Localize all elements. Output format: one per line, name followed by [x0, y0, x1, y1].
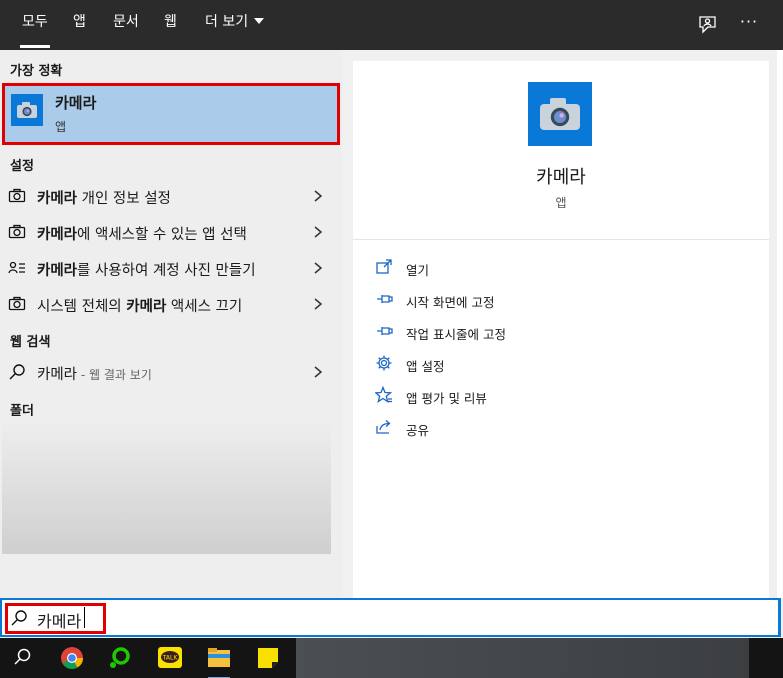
setting-label: 시스템 전체의 카메라 액세스 끄기	[37, 295, 242, 316]
setting-prefix: 시스템 전체의	[37, 299, 127, 315]
setting-rest: 액세스 끄기	[166, 299, 243, 315]
detail-app-title: 카메라	[536, 167, 586, 188]
setting-system-camera-off[interactable]: 시스템 전체의 카메라 액세스 끄기	[0, 286, 342, 322]
file-explorer-icon	[208, 648, 230, 678]
pin-icon	[377, 295, 393, 303]
setting-rest: 에 액세스할 수 있는 앱 선택	[77, 227, 247, 243]
sticky-notes-icon	[258, 648, 278, 668]
open-icon	[376, 259, 392, 274]
search-box[interactable]: 카메라	[0, 598, 781, 637]
chevron-right-icon	[314, 298, 323, 310]
taskbar-search-button[interactable]	[0, 638, 44, 678]
kakaotalk-icon: TALK	[158, 647, 182, 668]
action-label: 앱 설정	[406, 359, 445, 374]
chevron-right-icon	[314, 190, 323, 202]
chevron-down-icon	[254, 18, 265, 24]
tab-more-label: 더 보기	[205, 14, 249, 30]
camera-icon	[17, 102, 37, 118]
web-search-header: 웹 검색	[10, 335, 51, 350]
taskbar-line[interactable]	[98, 638, 142, 678]
chrome-icon	[61, 647, 83, 669]
web-search-label: 카메라 - 웹 결과 보기	[37, 363, 152, 384]
action-label: 열기	[406, 263, 430, 278]
line-icon	[110, 647, 130, 668]
tab-more[interactable]: 더 보기	[193, 0, 276, 50]
best-match-header: 가장 정확	[10, 64, 63, 79]
camera-app-tile	[11, 94, 43, 126]
pin-icon	[377, 327, 393, 335]
tab-documents[interactable]: 문서	[101, 0, 151, 50]
setting-account-picture[interactable]: 카메라를 사용하여 계정 사진 만들기	[0, 250, 342, 286]
setting-label: 카메라를 사용하여 계정 사진 만들기	[37, 259, 256, 280]
tab-apps[interactable]: 앱	[61, 0, 98, 50]
taskbar: TALK	[0, 638, 783, 678]
tab-apps-label: 앱	[73, 14, 86, 30]
taskbar-background-window	[296, 638, 749, 678]
tab-documents-label: 문서	[113, 14, 139, 30]
tab-all[interactable]: 모두	[10, 0, 60, 50]
star-icon	[375, 386, 393, 403]
detail-panel: 카메라 앱 열기 시작 화면에 고정 작업 표시줄에 고정 앱 설정 앱 평가 …	[353, 61, 769, 598]
tab-web-label: 웹	[164, 14, 177, 30]
action-label: 공유	[406, 423, 430, 438]
account-icon	[8, 261, 25, 274]
chevron-right-icon	[314, 366, 323, 378]
best-match-title: 카메라	[55, 94, 97, 112]
keyword: 카메라	[37, 191, 78, 207]
chevron-right-icon	[314, 226, 323, 238]
share-icon	[376, 420, 391, 434]
action-label: 시작 화면에 고정	[406, 295, 495, 310]
tab-web[interactable]: 웹	[152, 0, 189, 50]
camera-settings-icon	[8, 224, 26, 239]
action-label: 작업 표시줄에 고정	[406, 327, 506, 342]
folder-thumbnail[interactable]	[2, 416, 331, 554]
web-search-sub: - 웹 결과 보기	[77, 368, 152, 382]
keyword: 카메라	[37, 227, 78, 243]
chevron-right-icon	[314, 262, 323, 274]
setting-camera-app-access[interactable]: 카메라에 액세스할 수 있는 앱 선택	[0, 214, 342, 250]
more-options-icon[interactable]: ···	[736, 12, 762, 38]
divider	[353, 239, 769, 240]
background-window-edge	[777, 50, 783, 598]
detail-app-subtitle: 앱	[555, 196, 567, 210]
camera-settings-icon	[8, 188, 26, 203]
more-options-glyph: ···	[739, 12, 759, 31]
setting-label: 카메라 개인 정보 설정	[37, 187, 171, 208]
text-cursor	[84, 607, 85, 628]
tab-all-label: 모두	[22, 14, 48, 30]
web-search-result[interactable]: 카메라 - 웹 결과 보기	[0, 354, 342, 390]
best-match-camera-app[interactable]: 카메라 앱	[2, 83, 340, 145]
search-icon	[11, 610, 27, 626]
search-icon	[9, 364, 25, 380]
taskbar-file-explorer[interactable]	[197, 638, 241, 678]
taskbar-kakaotalk[interactable]: TALK	[148, 638, 192, 678]
setting-camera-privacy[interactable]: 카메라 개인 정보 설정	[0, 178, 342, 214]
gear-icon	[376, 355, 392, 371]
feedback-icon[interactable]	[695, 12, 721, 38]
search-filter-bar: 모두 앱 문서 웹 더 보기 ···	[0, 0, 783, 50]
setting-rest: 를 사용하여 계정 사진 만들기	[77, 263, 256, 279]
setting-rest: 개인 정보 설정	[77, 191, 171, 207]
keyword: 카메라	[37, 263, 78, 279]
taskbar-sticky-notes[interactable]	[246, 638, 290, 678]
best-match-subtitle: 앱	[55, 120, 67, 134]
web-search-text: 카메라	[37, 367, 78, 383]
action-label: 앱 평가 및 리뷰	[406, 391, 487, 406]
camera-settings-icon	[8, 296, 26, 311]
taskbar-chrome[interactable]	[50, 638, 94, 678]
camera-icon	[540, 98, 580, 130]
settings-header: 설정	[10, 159, 34, 174]
search-icon	[14, 648, 31, 665]
camera-app-large-tile	[528, 82, 592, 146]
keyword: 카메라	[126, 299, 167, 315]
kakao-text: TALK	[162, 655, 179, 662]
results-panel: 가장 정확 카메라 앱 설정 카메라 개인 정보 설정 카메라에 액세스할 수 …	[0, 50, 342, 598]
search-input[interactable]: 카메라	[37, 608, 81, 632]
setting-label: 카메라에 액세스할 수 있는 앱 선택	[37, 223, 247, 244]
